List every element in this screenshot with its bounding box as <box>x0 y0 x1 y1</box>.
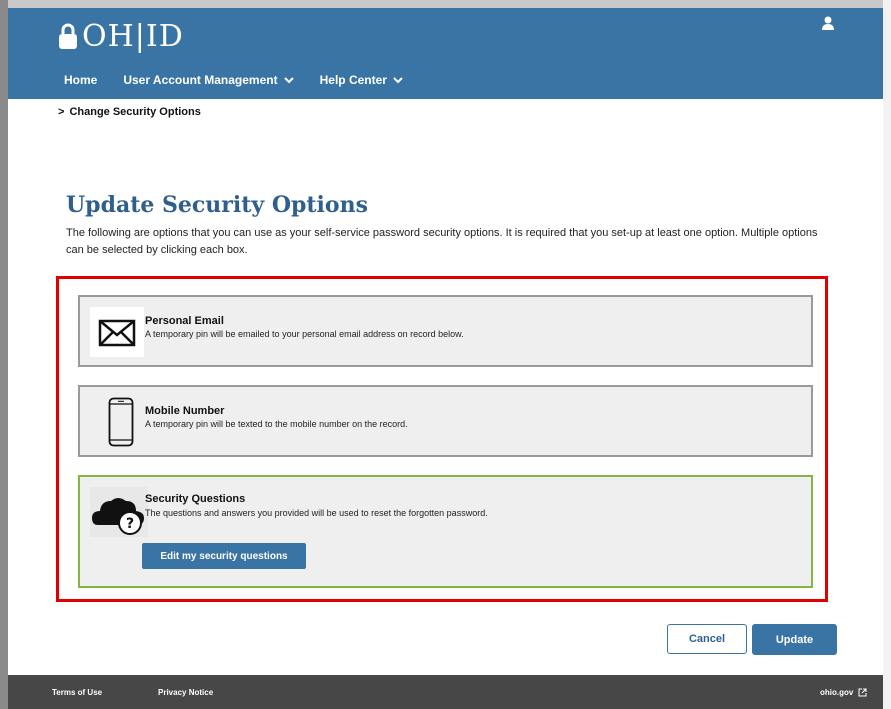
lock-icon <box>59 23 77 49</box>
cloud-question-icon: ? <box>90 487 148 537</box>
chevron-down-icon <box>283 76 294 83</box>
breadcrumb-current[interactable]: Change Security Options <box>69 106 200 118</box>
option-description: A temporary pin will be emailed to your … <box>145 329 464 339</box>
nav-user-account-label: User Account Management <box>123 73 278 87</box>
option-title: Mobile Number <box>145 405 225 417</box>
privacy-notice-link[interactable]: Privacy Notice <box>158 688 213 697</box>
breadcrumb-chevron-icon: > <box>58 106 65 118</box>
terms-of-use-link[interactable]: Terms of Use <box>52 688 102 697</box>
mobile-phone-icon <box>108 397 134 447</box>
option-description: The questions and answers you provided w… <box>145 508 488 518</box>
update-button[interactable]: Update <box>752 624 837 655</box>
cancel-button[interactable]: Cancel <box>667 624 747 654</box>
option-title: Security Questions <box>145 493 246 505</box>
nav-home-label: Home <box>64 73 98 87</box>
external-link-icon <box>858 688 867 697</box>
nav-home[interactable]: Home <box>64 73 97 87</box>
page-title: Update Security Options <box>66 192 368 218</box>
user-icon[interactable] <box>822 16 834 30</box>
window-frame-right <box>883 0 891 709</box>
ohid-logo[interactable]: OH|ID <box>58 18 184 54</box>
ohio-gov-link[interactable]: ohio.gov <box>820 688 867 697</box>
window-frame-top <box>0 0 891 8</box>
svg-text:?: ? <box>126 516 134 532</box>
chevron-down-icon <box>393 76 403 83</box>
window-frame-left <box>0 0 8 709</box>
page-description: The following are options that you can u… <box>66 227 818 256</box>
option-mobile-number[interactable]: Mobile Number A temporary pin will be te… <box>78 385 813 457</box>
site-footer: Terms of Use Privacy Notice ohio.gov <box>8 675 883 709</box>
nav-user-account-management[interactable]: User Account Management <box>123 73 294 87</box>
edit-security-questions-button[interactable]: Edit my security questions <box>142 543 306 569</box>
option-title: Personal Email <box>145 315 224 327</box>
main-nav: Home User Account Management Help Center <box>64 73 429 87</box>
option-description: A temporary pin will be texted to the mo… <box>145 419 408 429</box>
envelope-icon <box>90 307 144 357</box>
option-personal-email[interactable]: Personal Email A temporary pin will be e… <box>78 295 813 367</box>
option-security-questions[interactable]: ? Security Questions The questions and a… <box>78 475 813 588</box>
breadcrumb: > Change Security Options <box>58 106 201 118</box>
ohio-gov-label: ohio.gov <box>820 688 854 697</box>
site-header: OH|ID Home User Account Management Help … <box>8 8 883 99</box>
nav-help-center[interactable]: Help Center <box>320 73 403 87</box>
nav-help-center-label: Help Center <box>319 73 387 87</box>
logo-text: OH|ID <box>82 18 184 54</box>
